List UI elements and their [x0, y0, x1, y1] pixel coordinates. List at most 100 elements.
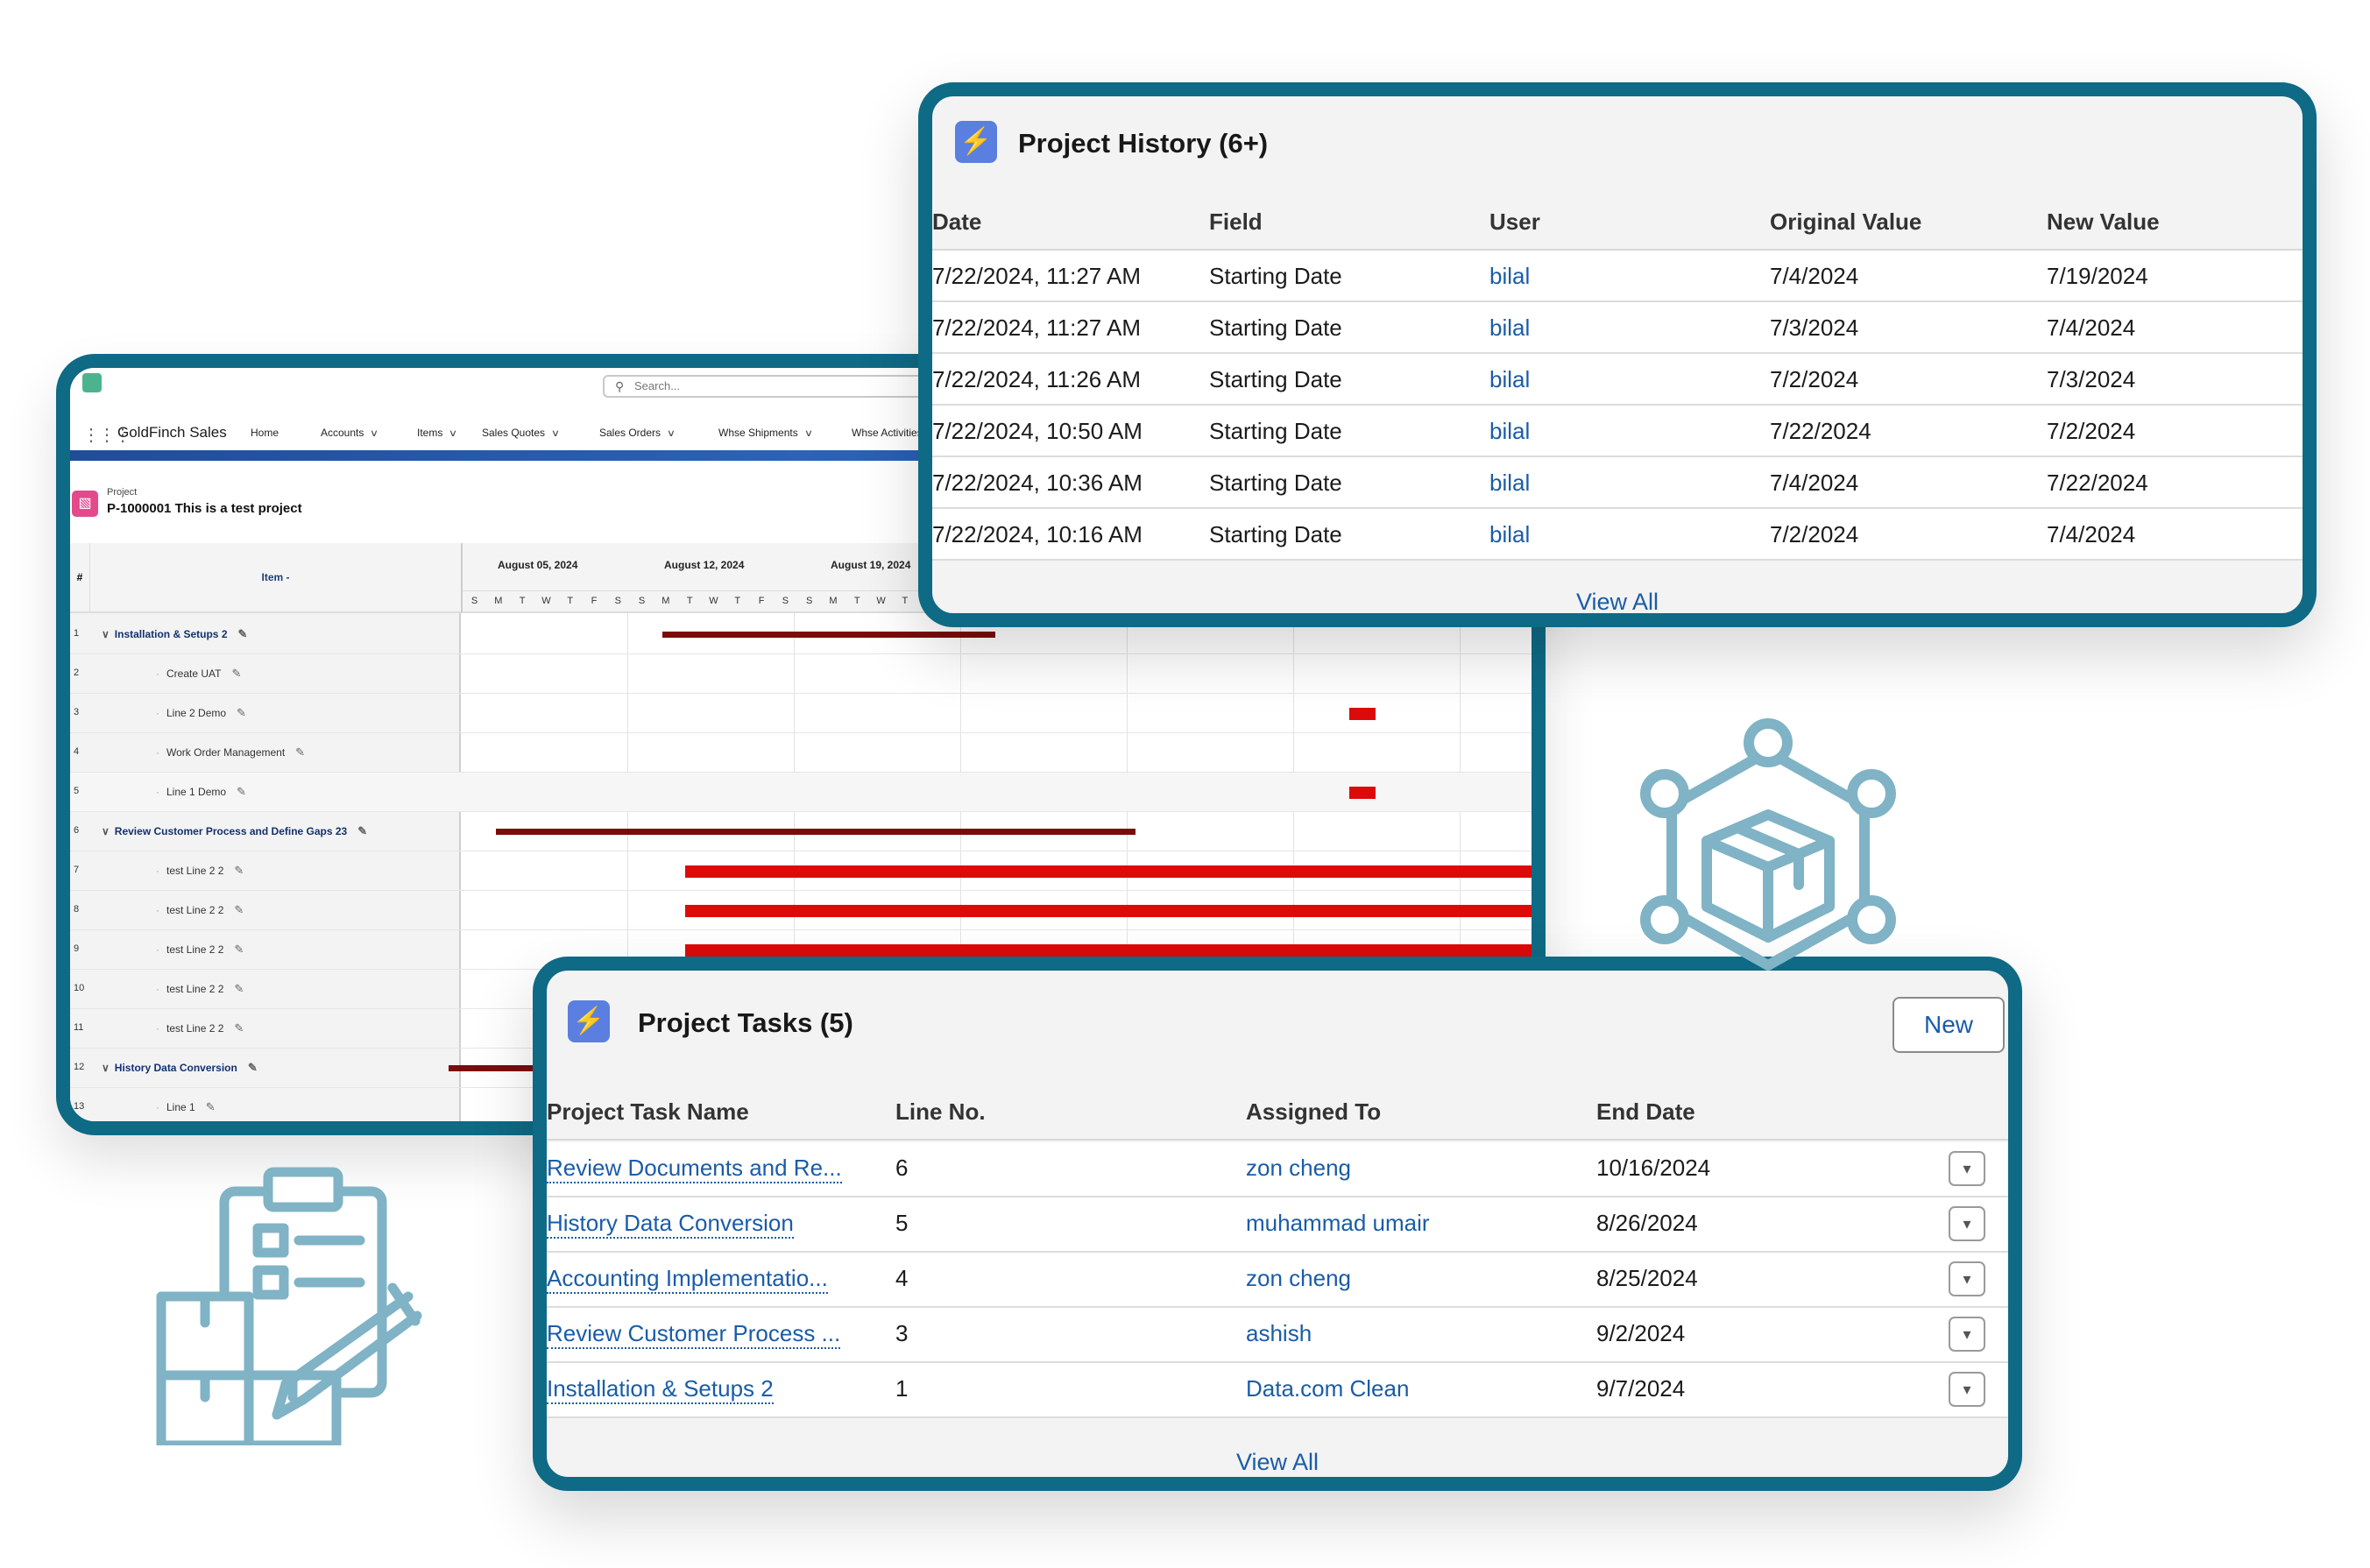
tasks-column-header[interactable]: End Date	[1596, 1098, 1695, 1126]
project-record-icon: ▧	[72, 491, 98, 517]
gantt-row[interactable]: 3 · Line 2 Demo ✎	[70, 694, 1532, 733]
collapse-toggle-icon[interactable]: ∨	[102, 1062, 110, 1074]
task-cell-assigned[interactable]: muhammad umair	[1246, 1210, 1430, 1237]
edit-pencil-icon[interactable]: ✎	[234, 864, 244, 877]
row-item-name[interactable]: ∨ Installation & Setups 2 ✎	[102, 627, 247, 641]
row-item-name[interactable]: · Line 1 Demo ✎	[156, 785, 246, 799]
edit-pencil-icon[interactable]: ✎	[237, 785, 246, 798]
chevron-down-icon[interactable]: ∨	[449, 427, 457, 439]
row-actions-chevron-icon[interactable]: ▾	[1949, 1261, 1985, 1296]
history-cell-original: 7/4/2024	[1770, 263, 1859, 289]
history-cell-user[interactable]: bilal	[1489, 470, 1530, 497]
history-column-header[interactable]: Original Value	[1770, 208, 1921, 236]
edit-pencil-icon[interactable]: ✎	[237, 706, 246, 719]
row-item-name[interactable]: · test Line 2 2 ✎	[156, 943, 244, 957]
chevron-down-icon[interactable]: ∨	[667, 427, 676, 439]
history-column-header[interactable]: User	[1489, 208, 1540, 236]
edit-pencil-icon[interactable]: ✎	[234, 1021, 244, 1035]
task-cell-assigned[interactable]: ashish	[1246, 1320, 1312, 1347]
nav-item-sales-orders[interactable]: Sales Orders ∨	[599, 427, 676, 439]
history-cell-user[interactable]: bilal	[1489, 314, 1530, 342]
edit-pencil-icon[interactable]: ✎	[234, 903, 244, 916]
row-item-name[interactable]: · test Line 2 2 ✎	[156, 864, 244, 878]
tasks-column-header[interactable]: Project Task Name	[547, 1098, 749, 1126]
task-cell-assigned[interactable]: zon cheng	[1246, 1155, 1351, 1182]
task-cell-name[interactable]: Installation & Setups 2	[547, 1375, 774, 1404]
row-actions-chevron-icon[interactable]: ▾	[1949, 1206, 1985, 1241]
history-cell-user[interactable]: bilal	[1489, 263, 1530, 290]
row-item-name[interactable]: · test Line 2 2 ✎	[156, 903, 244, 917]
nav-item-whse-shipments[interactable]: Whse Shipments ∨	[718, 427, 813, 439]
gantt-bar[interactable]	[1349, 707, 1376, 720]
edit-pencil-icon[interactable]: ✎	[234, 943, 244, 956]
history-cell-new: 7/22/2024	[2047, 470, 2148, 496]
edit-pencil-icon[interactable]: ✎	[248, 1061, 258, 1074]
edit-pencil-icon[interactable]: ✎	[231, 667, 241, 680]
task-cell-assigned[interactable]: zon cheng	[1246, 1265, 1351, 1292]
nav-item-label: Items	[417, 427, 443, 439]
row-item-name[interactable]: · Create UAT ✎	[156, 667, 241, 681]
row-item-name[interactable]: · Line 1 ✎	[156, 1100, 216, 1114]
edit-pencil-icon[interactable]: ✎	[234, 982, 244, 995]
history-view-all-link[interactable]: View All	[932, 589, 2303, 613]
history-cell-user[interactable]: bilal	[1489, 521, 1530, 548]
edit-pencil-icon[interactable]: ✎	[295, 745, 305, 759]
history-cell-original: 7/2/2024	[1770, 366, 1859, 392]
row-item-name[interactable]: ∨ History Data Conversion ✎	[102, 1061, 258, 1075]
row-number: 1	[74, 628, 80, 639]
row-number: 10	[74, 983, 85, 993]
chevron-down-icon[interactable]: ∨	[803, 427, 812, 439]
history-cell-user[interactable]: bilal	[1489, 366, 1530, 393]
column-header-item[interactable]: Item -	[89, 543, 461, 613]
week-label: August 19, 2024	[831, 559, 911, 571]
row-actions-chevron-icon[interactable]: ▾	[1949, 1372, 1985, 1407]
history-cell-date: 7/22/2024, 11:27 AM	[932, 314, 1142, 341]
row-item-name[interactable]: · Line 2 Demo ✎	[156, 706, 246, 720]
gantt-bar[interactable]	[1349, 786, 1376, 799]
gantt-bar[interactable]	[685, 904, 1532, 917]
task-cell-name[interactable]: Review Customer Process ...	[547, 1320, 841, 1349]
history-cell-new: 7/2/2024	[2047, 418, 2136, 444]
gantt-row[interactable]: 5 · Line 1 Demo ✎	[70, 773, 1532, 812]
history-column-header[interactable]: Date	[932, 208, 981, 236]
history-cell-user[interactable]: bilal	[1489, 418, 1530, 445]
row-item-name[interactable]: ∨ Review Customer Process and Define Gaps…	[102, 824, 367, 838]
nav-item-home[interactable]: Home	[251, 427, 279, 439]
nav-item-items[interactable]: Items ∨	[417, 427, 458, 439]
tasks-column-header[interactable]: Line No.	[895, 1098, 986, 1126]
tasks-view-all-link[interactable]: View All	[547, 1449, 2008, 1476]
day-letter: W	[876, 596, 886, 606]
row-actions-chevron-icon[interactable]: ▾	[1949, 1317, 1985, 1352]
tasks-column-header[interactable]: Assigned To	[1246, 1098, 1381, 1126]
task-cell-assigned[interactable]: Data.com Clean	[1246, 1375, 1409, 1402]
search-input[interactable]: ⚲ Search...	[603, 375, 971, 398]
history-column-header[interactable]: Field	[1209, 208, 1263, 236]
task-cell-name[interactable]: Accounting Implementatio...	[547, 1265, 828, 1294]
gantt-row[interactable]: 4 · Work Order Management ✎	[70, 733, 1532, 773]
new-task-button[interactable]: New	[1892, 997, 2005, 1053]
gantt-bar[interactable]	[685, 943, 1532, 957]
collapse-toggle-icon[interactable]: ∨	[102, 628, 110, 640]
chevron-down-icon[interactable]: ∨	[551, 427, 560, 439]
collapse-toggle-icon[interactable]: ∨	[102, 825, 110, 837]
row-item-name[interactable]: · test Line 2 2 ✎	[156, 982, 244, 996]
edit-pencil-icon[interactable]: ✎	[357, 824, 367, 837]
row-item-name[interactable]: · test Line 2 2 ✎	[156, 1021, 244, 1035]
row-actions-chevron-icon[interactable]: ▾	[1949, 1151, 1985, 1186]
history-cell-date: 7/22/2024, 11:27 AM	[932, 263, 1142, 289]
edit-pencil-icon[interactable]: ✎	[238, 627, 248, 640]
edit-pencil-icon[interactable]: ✎	[206, 1100, 216, 1113]
chevron-down-icon[interactable]: ∨	[370, 427, 378, 439]
task-cell-name[interactable]: Review Documents and Re...	[547, 1155, 842, 1183]
nav-item-label: Whse Activities	[852, 427, 923, 439]
task-cell-name[interactable]: History Data Conversion	[547, 1210, 794, 1239]
gantt-bar[interactable]	[662, 632, 995, 638]
gantt-row[interactable]: 2 · Create UAT ✎	[70, 654, 1532, 694]
nav-item-accounts[interactable]: Accounts ∨	[321, 427, 379, 439]
nav-item-whse-activities[interactable]: Whse Activities	[852, 427, 923, 439]
gantt-bar[interactable]	[496, 829, 1135, 835]
gantt-bar[interactable]	[685, 865, 1532, 878]
history-column-header[interactable]: New Value	[2047, 208, 2160, 236]
row-item-name[interactable]: · Work Order Management ✎	[156, 745, 305, 759]
nav-item-sales-quotes[interactable]: Sales Quotes ∨	[482, 427, 560, 439]
